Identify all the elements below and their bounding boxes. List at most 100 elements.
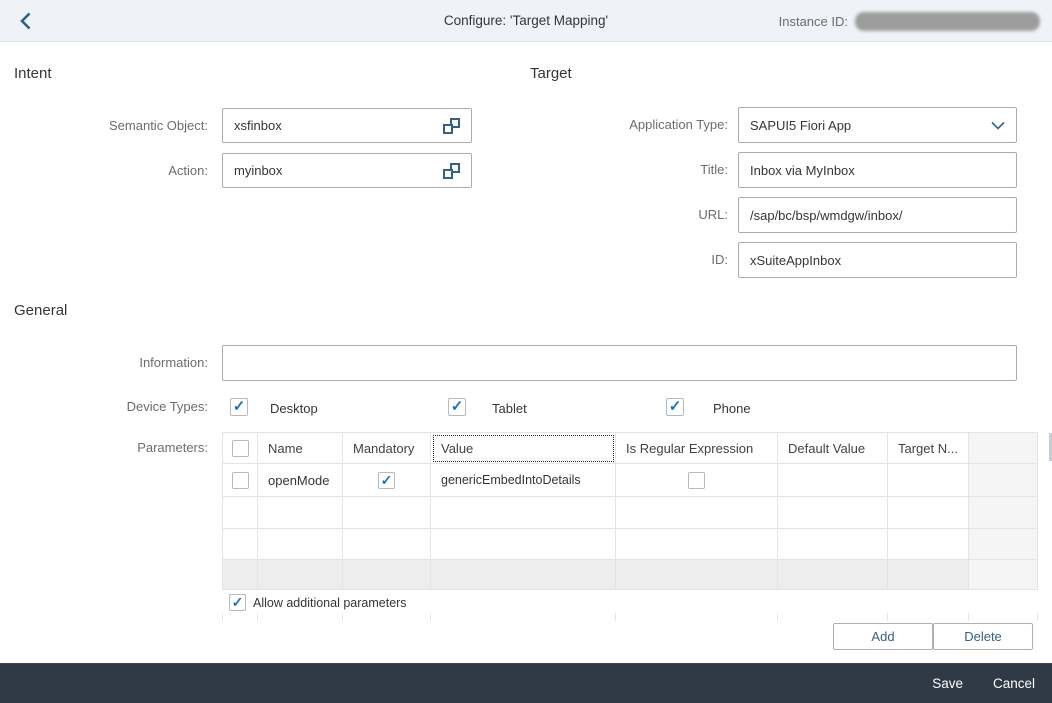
checkbox-tablet[interactable]: ✓ [448, 398, 466, 416]
instance-id-group: Instance ID: [779, 0, 1040, 42]
row-select-checkbox[interactable] [232, 472, 249, 489]
url-input[interactable] [738, 197, 1017, 233]
empty-cell [431, 529, 616, 560]
column-header-spacer [969, 433, 1038, 464]
general-section-heading: General [14, 302, 67, 319]
id-input[interactable] [738, 242, 1017, 278]
empty-cell [778, 497, 888, 529]
check-icon: ✓ [233, 399, 246, 414]
empty-cell [223, 529, 258, 560]
column-header-value[interactable]: Value [431, 433, 616, 464]
value-help-front-square [443, 169, 453, 179]
checkbox-phone[interactable]: ✓ [666, 398, 684, 416]
url-label: URL: [520, 197, 728, 233]
mandatory-checkbox[interactable]: ✓ [378, 472, 395, 489]
param-value-cell[interactable]: genericEmbedIntoDetails [431, 464, 616, 497]
action-input[interactable] [222, 153, 472, 188]
id-label: ID: [520, 242, 728, 278]
target-section-heading: Target [530, 65, 572, 82]
configure-target-mapping-dialog: Configure: 'Target Mapping' Instance ID:… [0, 0, 1052, 703]
semantic-object-input[interactable] [222, 108, 472, 143]
information-label: Information: [0, 345, 208, 381]
empty-cell [258, 613, 343, 621]
chevron-down-icon [991, 118, 1005, 133]
parameters-table-header-row: Name Mandatory Value Is Regular Expressi… [223, 433, 1038, 464]
save-button[interactable]: Save [932, 676, 963, 691]
row-spacer-cell [969, 464, 1038, 497]
empty-cell [616, 529, 778, 560]
intent-section-heading: Intent [14, 65, 52, 82]
row-select-cell [223, 464, 258, 497]
allow-additional-parameters-checkbox[interactable]: ✓ [229, 594, 246, 611]
device-type-desktop-label: Desktop [270, 401, 318, 416]
empty-cell [969, 613, 1038, 621]
cancel-button[interactable]: Cancel [993, 676, 1035, 691]
parameters-table: Name Mandatory Value Is Regular Expressi… [222, 432, 1038, 590]
is-regex-checkbox[interactable] [688, 472, 705, 489]
column-header-mandatory: Mandatory [343, 433, 431, 464]
empty-cell [778, 613, 888, 621]
check-icon: ✓ [232, 595, 244, 609]
footer-bar: Save Cancel [0, 663, 1052, 703]
filler-cell [778, 560, 888, 590]
application-type-label: Application Type: [520, 107, 728, 143]
filler-cell [258, 560, 343, 590]
empty-cell [343, 529, 431, 560]
action-label: Action: [0, 153, 208, 188]
row-spacer-cell [969, 497, 1038, 529]
value-help-icon[interactable] [443, 163, 460, 179]
parameters-label: Parameters: [0, 432, 208, 463]
check-icon: ✓ [381, 473, 393, 487]
device-types-label: Device Types: [0, 398, 208, 416]
value-help-front-square [443, 124, 453, 134]
allow-additional-parameters-label: Allow additional parameters [253, 596, 407, 610]
parameter-row-empty [223, 497, 1038, 529]
empty-cell [431, 497, 616, 529]
column-header-default-value: Default Value [778, 433, 888, 464]
param-mandatory-cell: ✓ [343, 464, 431, 497]
value-help-icon[interactable] [443, 118, 460, 134]
parameter-row-openmode: openMode ✓ genericEmbedIntoDetails [223, 464, 1038, 497]
select-all-checkbox[interactable] [232, 440, 249, 457]
title-input[interactable] [738, 152, 1017, 188]
empty-cell [778, 529, 888, 560]
delete-button[interactable]: Delete [933, 623, 1033, 650]
column-header-target-name: Target N... [888, 433, 969, 464]
application-type-value: SAPUI5 Fiori App [750, 118, 851, 133]
select-all-cell [223, 433, 258, 464]
empty-cell [343, 497, 431, 529]
filler-cell [223, 560, 258, 590]
empty-cell [888, 613, 969, 621]
parameter-row-filler [223, 560, 1038, 590]
allow-additional-parameters-row: ✓ Allow additional parameters [229, 594, 407, 611]
check-icon: ✓ [451, 399, 464, 414]
empty-cell [258, 529, 343, 560]
empty-cell [343, 613, 431, 621]
filler-cell [888, 560, 969, 590]
filler-cell [616, 560, 778, 590]
column-header-is-regular-expression: Is Regular Expression [616, 433, 778, 464]
param-target-name-cell[interactable] [888, 464, 969, 497]
instance-id-label: Instance ID: [779, 14, 848, 29]
device-type-phone-label: Phone [713, 401, 751, 416]
row-spacer-cell [969, 560, 1038, 590]
checkbox-desktop[interactable]: ✓ [230, 398, 248, 416]
param-name-cell[interactable]: openMode [258, 464, 343, 497]
header-bar: Configure: 'Target Mapping' Instance ID: [0, 0, 1052, 42]
add-button[interactable]: Add [833, 623, 933, 650]
application-type-select[interactable]: SAPUI5 Fiori App [738, 107, 1017, 143]
empty-cell [223, 497, 258, 529]
column-header-name: Name [258, 433, 343, 464]
row-spacer-cell [969, 529, 1038, 560]
information-input[interactable] [222, 345, 1017, 381]
param-is-regex-cell [616, 464, 778, 497]
empty-cell [223, 613, 258, 621]
param-default-value-cell[interactable] [778, 464, 888, 497]
clipped-table-row [222, 613, 1038, 621]
device-type-tablet-label: Tablet [492, 401, 527, 416]
instance-id-redacted-value [855, 12, 1040, 31]
empty-cell [258, 497, 343, 529]
check-icon: ✓ [669, 399, 682, 414]
empty-cell [616, 497, 778, 529]
empty-cell [888, 497, 969, 529]
